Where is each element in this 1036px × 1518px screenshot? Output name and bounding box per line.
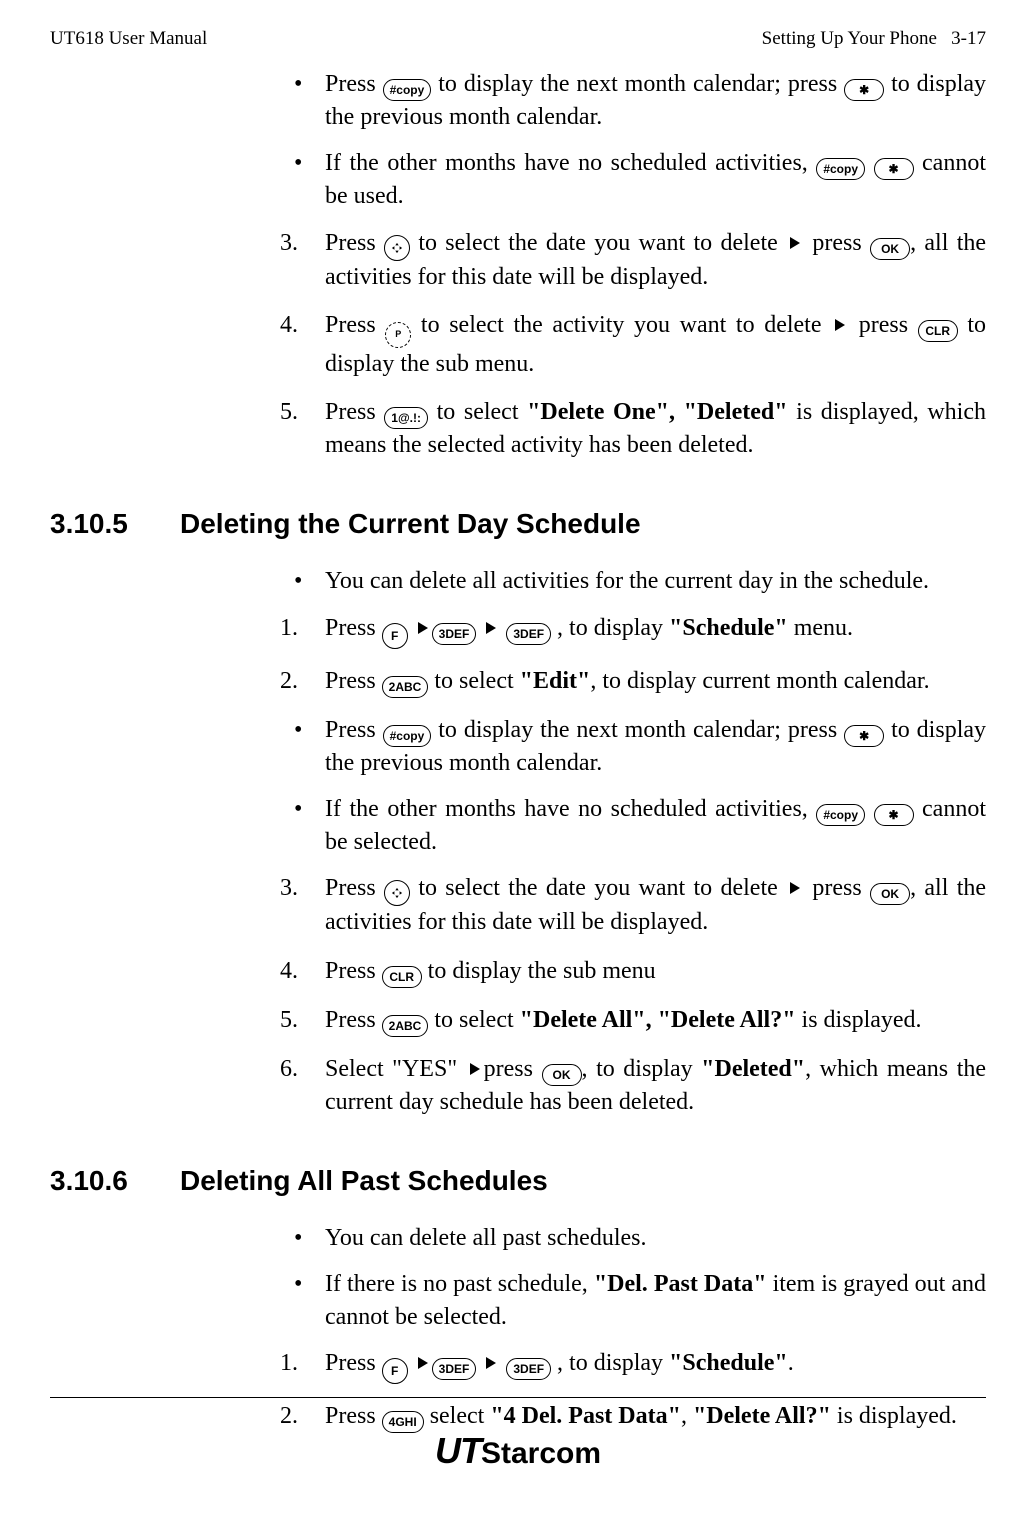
utstarcom-logo-icon: UTStarcom <box>435 1430 601 1472</box>
nav-key-icon <box>384 235 410 261</box>
nav-key-icon <box>384 880 410 906</box>
bullet: You can delete all past schedules. <box>280 1222 986 1254</box>
three-key-icon: 3DEF <box>432 1358 477 1380</box>
section-heading: 3.10.5 Deleting the Current Day Schedule <box>50 505 986 543</box>
page-header: UT618 User Manual Setting Up Your Phone … <box>50 28 986 50</box>
hash-key-icon: #copy <box>816 158 865 180</box>
content: Press #copy to display the next month ca… <box>50 68 986 1433</box>
list-item: 5. Press 2ABC to select "Delete All", "D… <box>280 1004 986 1037</box>
ok-key-icon: OK <box>870 238 910 260</box>
list-item: 1. Press F 3DEF 3DEF , to display "Sched… <box>280 612 986 649</box>
f-key-icon: F <box>382 1358 408 1384</box>
three-key-icon: 3DEF <box>506 1358 551 1380</box>
footer-logo: UTStarcom <box>0 1430 1036 1472</box>
clr-key-icon: CLR <box>382 966 422 988</box>
ok-key-icon: OK <box>870 883 910 905</box>
s3106-steps: 1. Press F 3DEF 3DEF , to display "Sched… <box>280 1347 986 1433</box>
list-item: 4. Press CLR to display the sub menu <box>280 955 986 988</box>
list-item: 3. Press to select the date you want to … <box>280 227 986 293</box>
s3105-sub-bullets: Press #copy to display the next month ca… <box>280 714 986 859</box>
list-item: 5. Press 1@.!: to select "Delete One", "… <box>280 396 986 461</box>
header-right: Setting Up Your Phone 3-17 <box>762 28 986 50</box>
two-key-icon: 2ABC <box>382 676 429 698</box>
top-steps: 3. Press to select the date you want to … <box>280 227 986 462</box>
clr-key-icon: CLR <box>918 320 958 342</box>
list-item: 6. Select "YES" press OK, to display "De… <box>280 1053 986 1118</box>
top-bullets: Press #copy to display the next month ca… <box>280 68 986 213</box>
s3105-steps-a: 1. Press F 3DEF 3DEF , to display "Sched… <box>280 612 986 698</box>
list-item: 2. Press 2ABC to select "Edit", to displ… <box>280 665 986 698</box>
triangle-icon <box>835 319 845 331</box>
bullet: If the other months have no scheduled ac… <box>280 793 986 858</box>
section-number: 3.10.5 <box>50 505 180 543</box>
bullet: If the other months have no scheduled ac… <box>280 147 986 212</box>
list-item: 3. Press to select the date you want to … <box>280 872 986 938</box>
star-key-icon: ✱ <box>874 158 914 180</box>
bullet: If there is no past schedule, "Del. Past… <box>280 1268 986 1333</box>
f-key-icon: F <box>382 623 408 649</box>
two-key-icon: 2ABC <box>382 1015 429 1037</box>
ok-key-icon: OK <box>542 1064 582 1086</box>
s3105-steps-b: 3. Press to select the date you want to … <box>280 872 986 1118</box>
triangle-icon <box>790 237 800 249</box>
hash-key-icon: #copy <box>383 79 432 101</box>
page: UT618 User Manual Setting Up Your Phone … <box>0 0 1036 1518</box>
bullet: You can delete all activities for the cu… <box>280 565 986 597</box>
bullet: Press #copy to display the next month ca… <box>280 68 986 133</box>
section-title: Deleting All Past Schedules <box>180 1162 548 1200</box>
nav-key-icon: P <box>385 322 411 348</box>
three-key-icon: 3DEF <box>432 623 477 645</box>
triangle-icon <box>790 882 800 894</box>
header-left: UT618 User Manual <box>50 28 207 50</box>
three-key-icon: 3DEF <box>506 623 551 645</box>
star-key-icon: ✱ <box>844 79 884 101</box>
triangle-icon <box>470 1063 480 1075</box>
hash-key-icon: #copy <box>816 804 865 826</box>
section-title: Deleting the Current Day Schedule <box>180 505 641 543</box>
hash-key-icon: #copy <box>383 725 432 747</box>
list-item: 2. Press 4GHI select "4 Del. Past Data",… <box>280 1400 986 1433</box>
one-key-icon: 1@.!: <box>384 407 428 429</box>
s3106-bullets: You can delete all past schedules. If th… <box>280 1222 986 1333</box>
list-item: 4. Press P to select the activity you wa… <box>280 309 986 380</box>
triangle-icon <box>486 1357 496 1369</box>
star-key-icon: ✱ <box>874 804 914 826</box>
triangle-icon <box>418 1357 428 1369</box>
bullet: Press #copy to display the next month ca… <box>280 714 986 779</box>
section-heading: 3.10.6 Deleting All Past Schedules <box>50 1162 986 1200</box>
triangle-icon <box>418 622 428 634</box>
footer-rule <box>50 1397 986 1398</box>
star-key-icon: ✱ <box>844 725 884 747</box>
section-number: 3.10.6 <box>50 1162 180 1200</box>
lead-bullets: You can delete all activities for the cu… <box>280 565 986 597</box>
list-item: 1. Press F 3DEF 3DEF , to display "Sched… <box>280 1347 986 1384</box>
triangle-icon <box>486 622 496 634</box>
